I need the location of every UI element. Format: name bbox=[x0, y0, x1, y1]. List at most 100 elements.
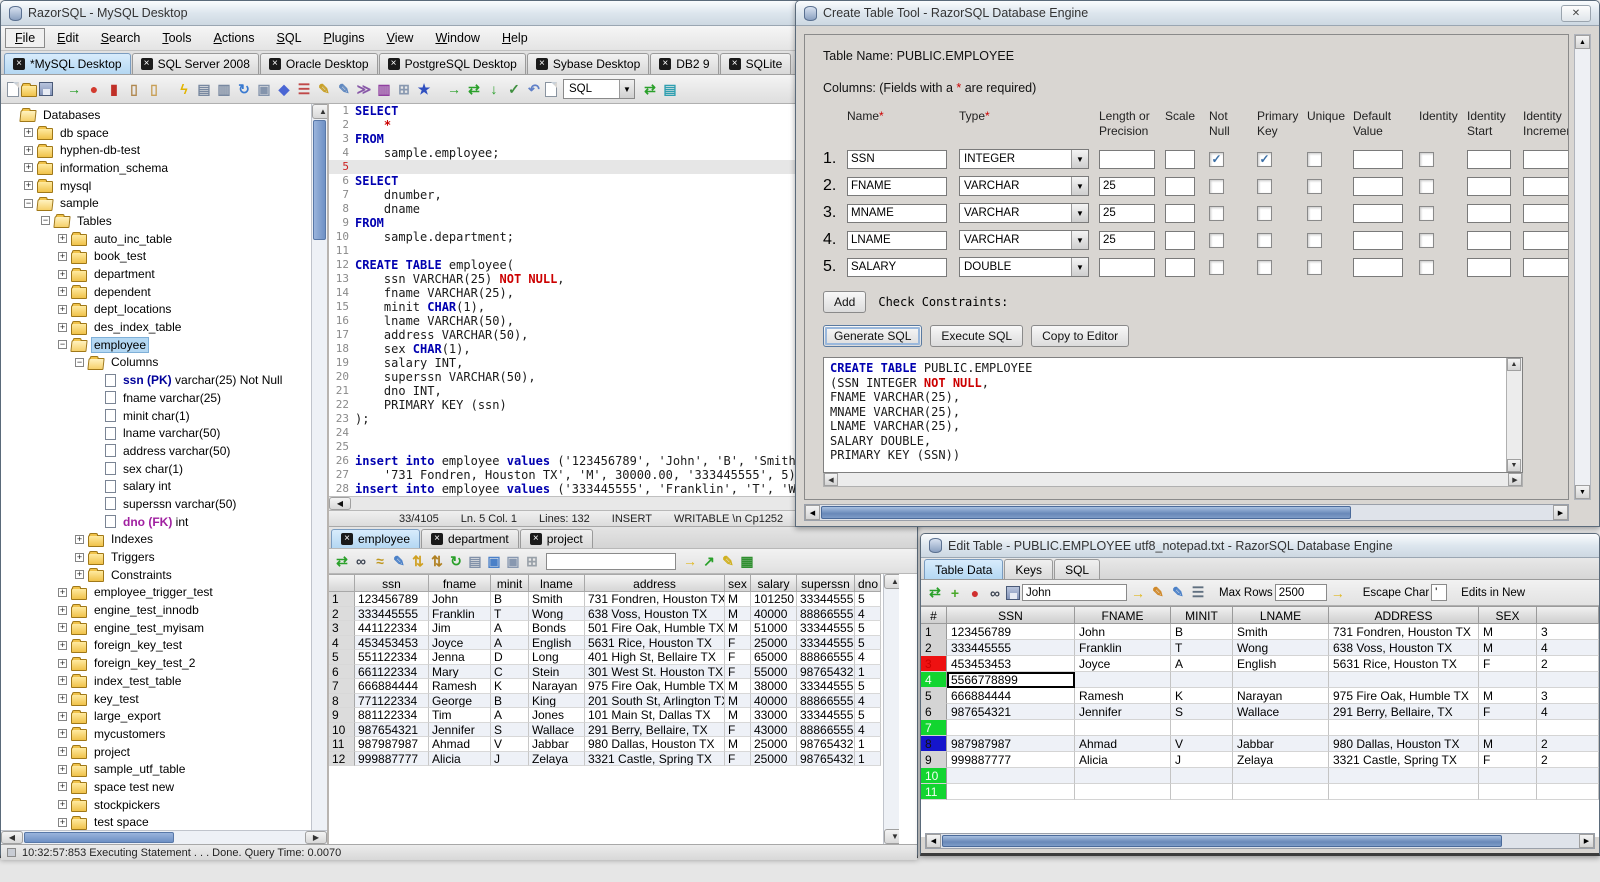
cell[interactable]: Wallace bbox=[529, 722, 585, 737]
scroll-up-icon[interactable]: ▲ bbox=[1507, 358, 1521, 371]
cell[interactable]: 5 bbox=[855, 708, 881, 723]
cell[interactable]: 4 bbox=[855, 722, 881, 737]
close-tab-icon[interactable]: × bbox=[140, 58, 153, 70]
column-header-lname[interactable]: lname bbox=[529, 574, 585, 592]
cell[interactable] bbox=[1075, 672, 1171, 688]
cell[interactable]: Stein bbox=[529, 664, 585, 679]
column-header-fname[interactable]: fname bbox=[429, 574, 491, 592]
scrollbar-thumb[interactable] bbox=[821, 506, 1351, 519]
identity-checkbox[interactable] bbox=[1419, 178, 1434, 194]
cell[interactable]: M bbox=[725, 737, 751, 752]
tree-horizontal-scrollbar[interactable]: ◀ ▶ bbox=[1, 830, 327, 844]
tree-item-employee-trigger-test[interactable]: + employee_trigger_test bbox=[3, 584, 311, 602]
column-header-salary[interactable]: salary bbox=[751, 574, 797, 592]
tree-item-project[interactable]: + project bbox=[3, 743, 311, 761]
stack-icon[interactable]: ☰ bbox=[295, 80, 313, 98]
cell[interactable]: 2 bbox=[1537, 736, 1599, 752]
cell[interactable]: English bbox=[529, 635, 585, 650]
edit-tab-keys[interactable]: Keys bbox=[1004, 559, 1054, 579]
scale-input[interactable] bbox=[1165, 176, 1195, 196]
edit-tab-table-data[interactable]: Table Data bbox=[924, 559, 1004, 579]
connection-tab-sqlite[interactable]: × SQLite bbox=[719, 53, 792, 74]
cell[interactable]: 25000 bbox=[751, 751, 797, 766]
cell[interactable]: 333445555 bbox=[355, 606, 429, 621]
tree-item-mysql[interactable]: + mysql bbox=[3, 177, 311, 195]
open-folder-icon[interactable] bbox=[19, 110, 37, 123]
cell[interactable]: 666884444 bbox=[947, 688, 1075, 704]
dialog-horizontal-scrollbar[interactable]: ◀ ▶ bbox=[804, 504, 1569, 521]
close-tab-icon[interactable]: × bbox=[529, 533, 542, 545]
identity-increment-input[interactable] bbox=[1523, 203, 1568, 223]
delete-row-icon[interactable]: ● bbox=[966, 584, 984, 602]
column-header-num[interactable] bbox=[329, 574, 355, 592]
folder-icon[interactable] bbox=[71, 780, 87, 795]
connections-icon[interactable]: ⇄ bbox=[641, 80, 659, 98]
cell[interactable]: 123456789 bbox=[947, 624, 1075, 640]
cell[interactable]: M bbox=[1479, 736, 1537, 752]
cell[interactable]: F bbox=[1479, 752, 1537, 768]
close-tab-icon[interactable]: × bbox=[728, 58, 741, 70]
tree-item-information-schema[interactable]: + information_schema bbox=[3, 159, 311, 177]
tree-item-key-test[interactable]: + key_test bbox=[3, 690, 311, 708]
primary-key-checkbox[interactable] bbox=[1257, 259, 1272, 275]
edit-export-icon[interactable]: ✎ bbox=[719, 552, 737, 570]
folder-icon[interactable] bbox=[71, 267, 87, 282]
brush-icon[interactable]: ✎ bbox=[1149, 584, 1167, 602]
cell[interactable]: 987987987 bbox=[947, 736, 1075, 752]
cell[interactable]: 4 bbox=[855, 650, 881, 665]
cell[interactable]: Wong bbox=[529, 606, 585, 621]
cell[interactable]: T bbox=[1171, 640, 1233, 656]
length-precision-input[interactable] bbox=[1099, 176, 1155, 196]
cell[interactable]: 987654321 bbox=[797, 664, 855, 679]
open-folder-icon[interactable] bbox=[87, 357, 105, 370]
edit-horizontal-scrollbar[interactable]: ◀ ▶ bbox=[925, 833, 1595, 849]
not-null-checkbox[interactable] bbox=[1209, 232, 1224, 248]
tree-item-engine-test-myisam[interactable]: + engine_test_myisam bbox=[3, 619, 311, 637]
cell[interactable]: F bbox=[725, 751, 751, 766]
close-tab-icon[interactable]: × bbox=[13, 58, 25, 70]
default-value-input[interactable] bbox=[1353, 203, 1403, 223]
cell[interactable]: 2 bbox=[1537, 656, 1599, 672]
cell[interactable]: 333445555 bbox=[947, 640, 1075, 656]
sql-mode-dropdown[interactable]: SQL ▼ bbox=[563, 79, 635, 99]
expand-plus-icon[interactable]: + bbox=[58, 800, 67, 810]
close-tab-icon[interactable]: × bbox=[431, 533, 444, 545]
image-icon[interactable]: ▣ bbox=[485, 552, 503, 570]
cell[interactable]: S bbox=[491, 722, 529, 737]
cell[interactable]: B bbox=[1171, 624, 1233, 640]
scale-input[interactable] bbox=[1165, 230, 1195, 250]
cell[interactable]: Franklin bbox=[429, 606, 491, 621]
cell[interactable]: A bbox=[491, 621, 529, 636]
cell[interactable]: S bbox=[1171, 704, 1233, 720]
primary-key-checkbox[interactable]: ✓ bbox=[1257, 151, 1272, 167]
table-row[interactable]: 8 987987987 Ahmad V Jabbar 980 Dallas, Housto… bbox=[921, 736, 1599, 752]
not-null-checkbox[interactable]: ✓ bbox=[1209, 151, 1224, 167]
tree-item-dno-fk-[interactable]: dno (FK) int bbox=[3, 513, 311, 531]
expand-plus-icon[interactable]: + bbox=[58, 623, 67, 633]
stop-icon[interactable]: ↓ bbox=[485, 80, 503, 98]
cell[interactable] bbox=[947, 784, 1075, 800]
cell[interactable]: Tim bbox=[429, 708, 491, 723]
row-marker-gray[interactable]: 6 bbox=[921, 704, 947, 720]
cell[interactable]: Narayan bbox=[529, 679, 585, 694]
scroll-up-icon[interactable]: ▲ bbox=[1575, 35, 1590, 49]
tree-item-auto-inc-table[interactable]: + auto_inc_table bbox=[3, 230, 311, 248]
folder-icon[interactable] bbox=[71, 727, 87, 742]
cell[interactable]: 771122334 bbox=[355, 693, 429, 708]
scroll-right-icon[interactable]: ▶ bbox=[305, 831, 327, 844]
execute-sql-button[interactable]: Execute SQL bbox=[930, 325, 1024, 347]
sort-desc-icon[interactable]: ⇅ bbox=[428, 552, 446, 570]
sql-horizontal-scrollbar[interactable]: ◀ ▶ bbox=[823, 473, 1523, 487]
cell[interactable]: Jabbar bbox=[529, 737, 585, 752]
expand-plus-icon[interactable]: + bbox=[58, 304, 67, 314]
cell[interactable]: Franklin bbox=[1075, 640, 1171, 656]
open-folder-icon[interactable] bbox=[70, 340, 88, 353]
cell[interactable]: 43000 bbox=[751, 722, 797, 737]
cell[interactable] bbox=[1075, 784, 1171, 800]
search-next-icon[interactable]: → bbox=[1129, 584, 1147, 602]
cell[interactable]: 55000 bbox=[751, 664, 797, 679]
cell[interactable]: M bbox=[725, 693, 751, 708]
cell[interactable]: 291 Berry, Bellaire, TX bbox=[585, 722, 725, 737]
tree-item-des-index-table[interactable]: + des_index_table bbox=[3, 318, 311, 336]
cell[interactable]: Ahmad bbox=[429, 737, 491, 752]
